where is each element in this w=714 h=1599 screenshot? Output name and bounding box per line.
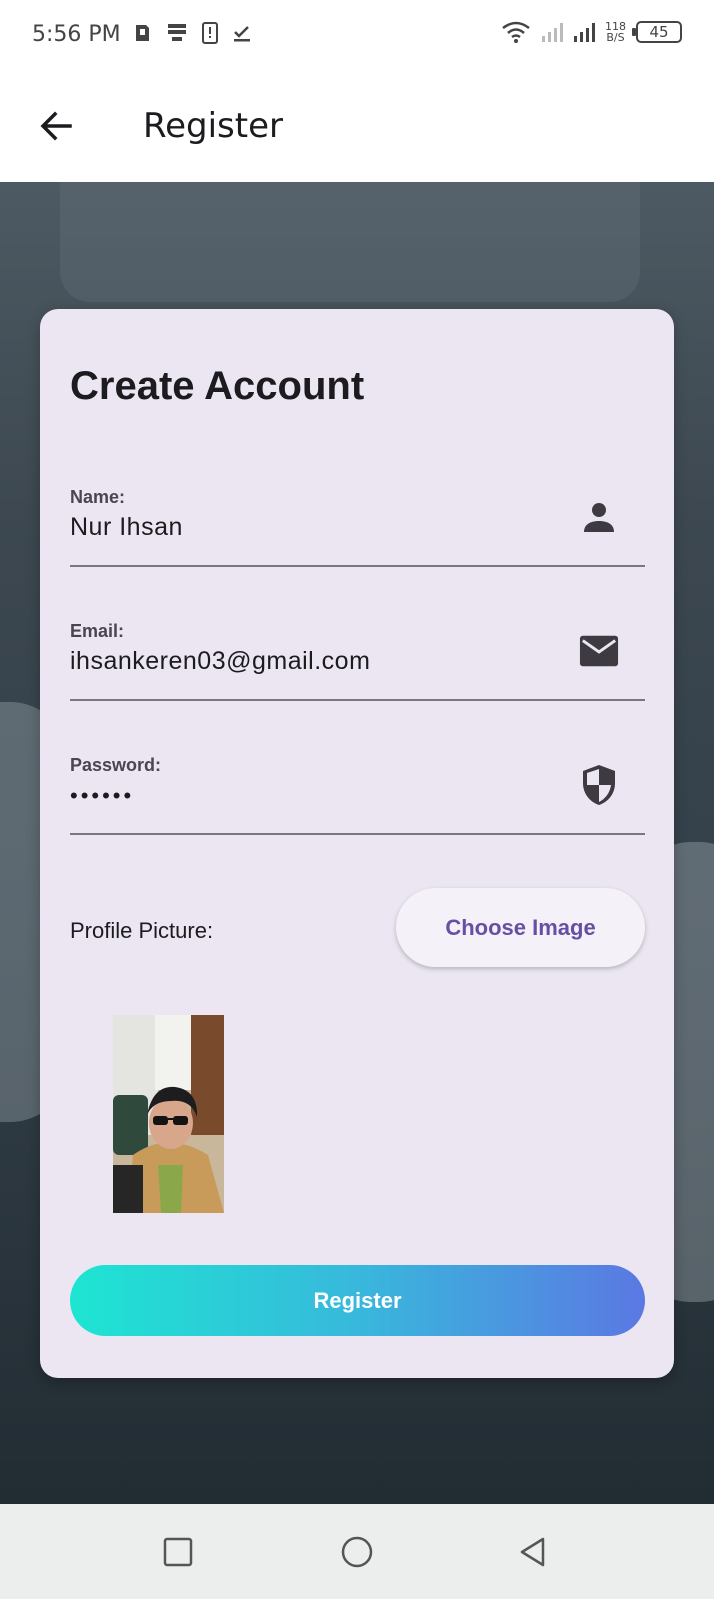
signal-strong-icon	[574, 23, 595, 42]
password-value[interactable]: ••••••	[70, 783, 134, 809]
square-icon	[163, 1537, 193, 1567]
battery-icon: 45	[632, 21, 682, 43]
register-card: Create Account Name: Nur Ihsan Email: ih…	[40, 309, 674, 1378]
page-title: Register	[143, 106, 283, 146]
card-title: Create Account	[70, 364, 365, 408]
profile-picture-label: Profile Picture:	[70, 918, 214, 943]
background-shape	[60, 182, 640, 302]
phone-alert-icon	[202, 22, 218, 44]
email-label: Email:	[70, 621, 125, 641]
status-time: 5:56 PM	[32, 22, 121, 47]
back-button[interactable]	[32, 102, 80, 150]
password-label: Password:	[70, 755, 162, 775]
system-icons: 118 B/S 45	[501, 20, 682, 44]
download-done-icon	[234, 26, 250, 42]
name-field[interactable]: Name: Nur Ihsan	[70, 457, 645, 567]
wifi-icon	[502, 21, 530, 43]
status-bar: 5:56 PM 118 B/S 45	[0, 0, 714, 72]
triangle-back-icon	[520, 1537, 545, 1567]
profile-picture-preview	[113, 1015, 224, 1213]
circle-icon	[341, 1536, 373, 1568]
name-value[interactable]: Nur Ihsan	[70, 513, 183, 542]
email-value[interactable]: ihsankeren03@gmail.com	[70, 647, 370, 676]
app-notification-icon	[136, 25, 149, 41]
email-field[interactable]: Email: ihsankeren03@gmail.com	[70, 591, 645, 701]
app-bar: Register	[0, 72, 714, 182]
battery-level: 45	[649, 23, 669, 41]
name-label: Name:	[70, 487, 126, 507]
shield-icon	[579, 765, 619, 805]
arrow-left-icon	[40, 111, 72, 141]
signal-weak-icon	[542, 23, 563, 42]
register-button[interactable]: Register	[70, 1265, 645, 1336]
network-speed: 118 B/S	[605, 21, 626, 43]
recents-button[interactable]	[158, 1532, 198, 1572]
choose-image-button[interactable]: Choose Image	[396, 888, 645, 967]
home-button[interactable]	[337, 1532, 377, 1572]
password-field[interactable]: Password: ••••••	[70, 725, 645, 835]
mail-icon	[579, 631, 619, 671]
network-speed-unit: B/S	[606, 31, 625, 44]
nav-back-button[interactable]	[513, 1532, 553, 1572]
person-icon	[579, 497, 619, 537]
notification-icons	[132, 22, 252, 44]
system-nav-bar	[0, 1504, 714, 1599]
monitor-icon	[168, 24, 186, 41]
